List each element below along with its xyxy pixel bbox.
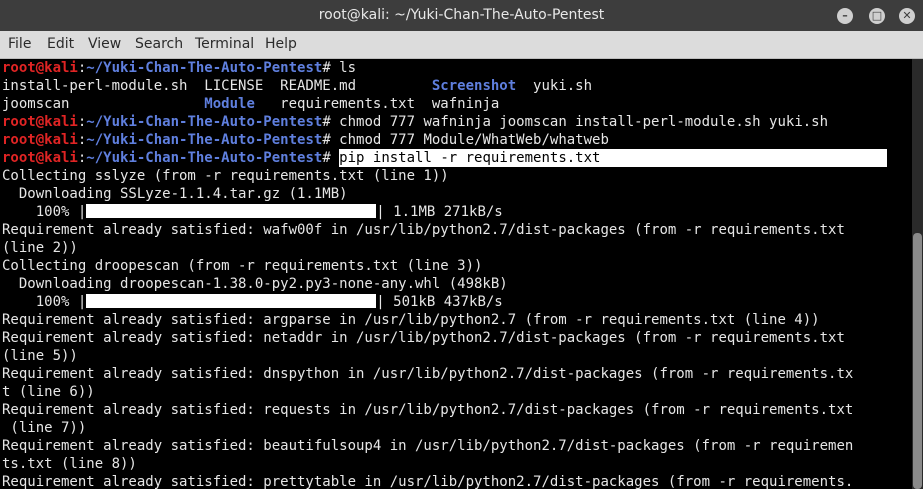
progress-stats: | 501kB 437kB/s: [376, 294, 503, 310]
prompt-line: root@kali:~/Yuki-Chan-The-Auto-Pentest# …: [2, 59, 356, 77]
output-line: ts.txt (line 8)): [2, 456, 137, 472]
menu-view[interactable]: View: [88, 36, 121, 52]
output-line: t (line 6)): [2, 384, 95, 400]
menu-edit[interactable]: Edit: [47, 36, 74, 52]
menu-terminal[interactable]: Terminal: [195, 36, 254, 52]
prompt-line-current: root@kali:~/Yuki-Chan-The-Auto-Pentest# …: [2, 149, 910, 167]
output-line: Requirement already satisfied: dnspython…: [2, 366, 854, 382]
close-button[interactable]: ✕: [899, 8, 915, 24]
command-text: ls: [339, 60, 357, 76]
prompt-user: root@kali: [2, 60, 78, 76]
output-line: (line 2)): [2, 240, 78, 256]
output-line: Requirement already satisfied: netaddr i…: [2, 330, 845, 346]
prompt-user: root@kali: [2, 132, 78, 148]
menu-bar: File Edit View Search Terminal Help: [0, 31, 923, 59]
progress-percent: 100% |: [2, 294, 87, 310]
output-line: Downloading SSLyze-1.1.4.tar.gz (1.1MB): [2, 186, 348, 202]
command-text: chmod 777 Module/WhatWeb/whatweb: [339, 132, 609, 148]
vertical-scrollbar[interactable]: [912, 59, 923, 489]
ls-directory: Module: [204, 96, 255, 112]
progress-bar: [86, 204, 377, 218]
minimize-button[interactable]: –: [837, 8, 853, 24]
command-text: chmod 777 wafninja joomscan install-perl…: [339, 114, 829, 130]
prompt-user: root@kali: [2, 150, 78, 166]
prompt-symbol: #: [322, 114, 340, 130]
ls-file-list: yuki.sh: [516, 78, 593, 94]
progress-bar: [86, 294, 377, 308]
scrollbar-thumb[interactable]: [913, 233, 922, 489]
title-bar: root@kali: ~/Yuki-Chan-The-Auto-Pentest …: [0, 0, 923, 31]
progress-line: 100% | | 1.1MB 271kB/s: [2, 203, 503, 221]
prompt-path: ~/Yuki-Chan-The-Auto-Pentest: [86, 60, 323, 76]
maximize-button[interactable]: □: [869, 8, 885, 24]
window-title: root@kali: ~/Yuki-Chan-The-Auto-Pentest: [318, 7, 605, 23]
ls-output-row: joomscan Module requirements.txt wafninj…: [2, 95, 499, 113]
menu-file[interactable]: File: [8, 36, 31, 52]
output-line: Requirement already satisfied: prettytab…: [2, 474, 854, 489]
menu-help[interactable]: Help: [265, 36, 297, 52]
prompt-path: ~/Yuki-Chan-The-Auto-Pentest: [86, 114, 323, 130]
prompt-line: root@kali:~/Yuki-Chan-The-Auto-Pentest# …: [2, 113, 828, 131]
output-line: Collecting droopescan (from -r requireme…: [2, 258, 483, 274]
progress-stats: | 1.1MB 271kB/s: [376, 204, 503, 220]
terminal-output[interactable]: root@kali:~/Yuki-Chan-The-Auto-Pentest# …: [0, 59, 912, 489]
ls-directory: joomscan: [2, 96, 205, 112]
progress-percent: 100% |: [2, 204, 87, 220]
output-line: Collecting sslyze (from -r requirements.…: [2, 168, 449, 184]
prompt-line: root@kali:~/Yuki-Chan-The-Auto-Pentest# …: [2, 131, 609, 149]
ls-directory: Screenshot: [431, 78, 517, 94]
prompt-symbol: #: [322, 150, 340, 166]
ls-file-list: install-perl-module.sh LICENSE README.md: [2, 78, 432, 94]
output-line: Requirement already satisfied: requests …: [2, 402, 854, 418]
prompt-symbol: #: [322, 132, 340, 148]
menu-search[interactable]: Search: [135, 36, 183, 52]
ls-output-row: install-perl-module.sh LICENSE README.md…: [2, 77, 592, 95]
output-line: Requirement already satisfied: wafw00f i…: [2, 222, 845, 238]
output-line: Downloading droopescan-1.38.0-py2.py3-no…: [2, 276, 508, 292]
output-line: Requirement already satisfied: argparse …: [2, 312, 820, 328]
output-line: (line 5)): [2, 348, 78, 364]
prompt-user: root@kali: [2, 114, 78, 130]
prompt-path: ~/Yuki-Chan-The-Auto-Pentest: [86, 150, 323, 166]
output-line: (line 7)): [2, 420, 87, 436]
prompt-symbol: #: [322, 60, 340, 76]
command-input[interactable]: pip install -r requirements.txt: [339, 149, 888, 167]
ls-file-list: requirements.txt wafninja: [254, 96, 500, 112]
output-line: Requirement already satisfied: beautiful…: [2, 438, 854, 454]
prompt-path: ~/Yuki-Chan-The-Auto-Pentest: [86, 132, 323, 148]
progress-line: 100% | | 501kB 437kB/s: [2, 293, 503, 311]
